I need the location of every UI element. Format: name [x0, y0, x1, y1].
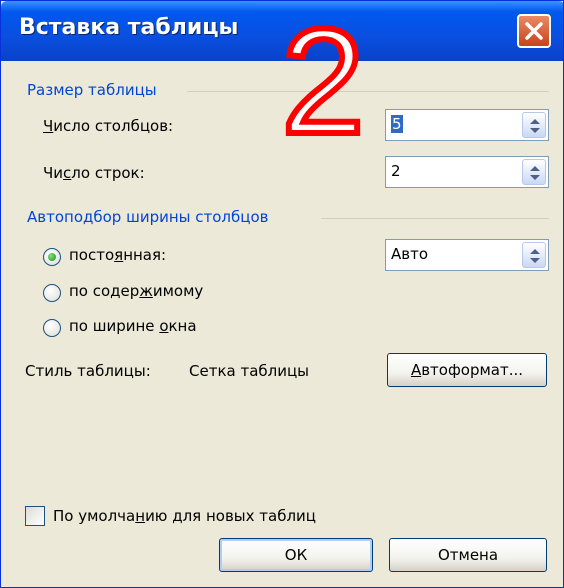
- default-for-new-tables-label[interactable]: По умолчанию для новых таблиц: [53, 507, 316, 525]
- spin-arrows-icon: [530, 119, 540, 133]
- columns-value[interactable]: 5: [391, 115, 403, 133]
- columns-spin-arrows[interactable]: [522, 112, 546, 138]
- autofit-content-radio[interactable]: [43, 284, 61, 302]
- close-button[interactable]: [517, 14, 551, 48]
- fixed-width-radio[interactable]: [43, 248, 61, 266]
- dialog-title: Вставка таблицы: [19, 15, 239, 40]
- group-divider: [321, 218, 549, 219]
- fixed-width-label[interactable]: постоянная:: [69, 246, 166, 264]
- fixed-width-spinner[interactable]: Авто: [385, 239, 549, 271]
- close-icon: [525, 22, 543, 40]
- radio-selected-dot: [48, 253, 56, 261]
- table-style-label: Стиль таблицы:: [25, 362, 151, 380]
- columns-label: Число столбцов:: [43, 117, 174, 135]
- columns-spinner[interactable]: 5: [385, 109, 549, 141]
- rows-spinner[interactable]: 2: [385, 156, 549, 188]
- autofit-window-label[interactable]: по ширине окна: [69, 317, 197, 335]
- fixed-width-spin-arrows[interactable]: [522, 242, 546, 268]
- spin-arrows-icon: [530, 249, 540, 263]
- rows-label: Число строк:: [43, 164, 145, 182]
- cancel-button[interactable]: Отмена: [389, 538, 547, 572]
- rows-spin-arrows[interactable]: [522, 159, 546, 185]
- fixed-width-value[interactable]: Авто: [391, 245, 428, 263]
- spin-arrows-icon: [530, 166, 540, 180]
- group-divider: [187, 91, 549, 92]
- title-bar[interactable]: Вставка таблицы: [1, 1, 563, 61]
- autofit-window-radio[interactable]: [43, 319, 61, 337]
- table-size-group-title: Размер таблицы: [27, 81, 157, 99]
- default-for-new-tables-checkbox[interactable]: [25, 506, 45, 526]
- autofit-content-label[interactable]: по содержимому: [69, 282, 203, 300]
- table-style-value: Сетка таблицы: [189, 362, 310, 380]
- autoformat-button[interactable]: Автоформат...: [387, 353, 547, 387]
- rows-value[interactable]: 2: [391, 162, 401, 180]
- insert-table-dialog: Вставка таблицы Размер таблицы Число сто…: [0, 0, 564, 588]
- autofit-group-title: Автоподбор ширины столбцов: [27, 208, 269, 226]
- ok-button[interactable]: ОК: [219, 538, 373, 572]
